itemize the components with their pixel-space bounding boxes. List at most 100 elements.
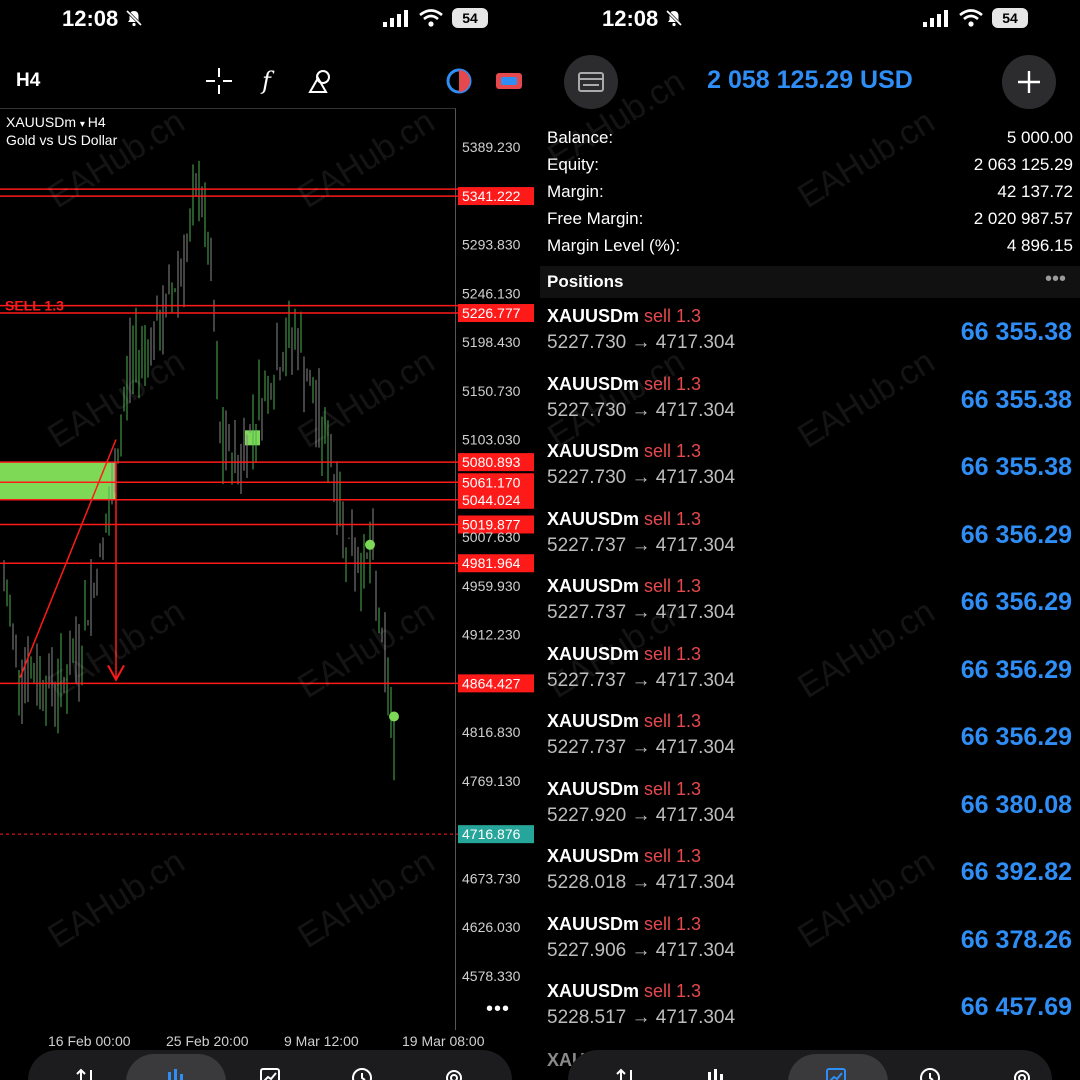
positions-header: Positions ••• bbox=[540, 266, 1080, 298]
settings-gear-icon[interactable] bbox=[442, 1066, 466, 1080]
position-symbol: XAUUSDm sell 1.3 bbox=[547, 306, 702, 326]
plus-icon bbox=[1018, 71, 1040, 93]
time-axis-label: 19 Mar 08:00 bbox=[402, 1033, 485, 1049]
crosshair-icon[interactable] bbox=[204, 66, 234, 96]
status-time: 12:08 bbox=[602, 6, 659, 31]
position-prices: 5227.737 → 4717.304 bbox=[547, 534, 736, 556]
position-row[interactable]: XAUUSDm sell 1.3 5227.737 → 4717.304 66 35… bbox=[540, 509, 1080, 576]
position-side: sell 1.3 bbox=[644, 778, 702, 799]
position-profit: 66 355.38 bbox=[960, 385, 1072, 414]
history-icon[interactable] bbox=[350, 1066, 374, 1080]
price-axis-label: 4626.030 bbox=[462, 919, 521, 935]
price-axis-label: 4578.330 bbox=[462, 968, 521, 984]
position-prices: 5228.018 → 4717.304 bbox=[547, 872, 736, 893]
order-marker bbox=[365, 539, 375, 550]
position-side: sell 1.3 bbox=[644, 576, 702, 596]
position-profit: 66 392.82 bbox=[960, 858, 1072, 886]
bottom-navigation bbox=[28, 1050, 512, 1080]
position-symbol: XAUUSDm sell 1.3 bbox=[547, 846, 702, 866]
price-axis-label: 4912.230 bbox=[462, 627, 521, 643]
price-level-label: 4864.427 bbox=[462, 675, 521, 691]
chart-color-icon[interactable] bbox=[444, 66, 474, 96]
position-side: sell 1.3 bbox=[644, 981, 702, 1001]
position-profit: 66 356.29 bbox=[960, 655, 1072, 684]
position-symbol: XAUUSDm sell 1.3 bbox=[547, 508, 702, 529]
bell-muted-icon bbox=[665, 9, 683, 27]
position-profit: 66 380.08 bbox=[960, 790, 1072, 819]
price-level-label: 5080.893 bbox=[462, 454, 521, 470]
more-options-icon[interactable]: ••• bbox=[1045, 268, 1066, 291]
price-axis-label: 4816.830 bbox=[462, 724, 521, 740]
trade-icon[interactable] bbox=[494, 66, 524, 96]
quotes-icon[interactable] bbox=[74, 1066, 98, 1080]
position-row[interactable]: XAUUSDm sell 1.3 5228.018 → 4717.304 66 39… bbox=[540, 846, 1080, 913]
position-prices: 5227.730 → 4717.304 bbox=[547, 332, 736, 353]
time-axis-label: 16 Feb 00:00 bbox=[48, 1033, 131, 1049]
positions-title: Positions bbox=[547, 272, 624, 291]
price-level-label: 5044.024 bbox=[462, 492, 521, 508]
chart-tab-icon[interactable] bbox=[704, 1066, 728, 1080]
position-profit: 66 356.29 bbox=[960, 588, 1072, 616]
price-axis-label: 5198.430 bbox=[462, 334, 521, 350]
position-side: sell 1.3 bbox=[644, 508, 702, 529]
account-label: Margin Level (%): bbox=[547, 236, 681, 255]
price-axis-label: 5246.130 bbox=[462, 285, 521, 301]
position-profit: 66 378.26 bbox=[960, 925, 1072, 954]
timeframe-selector[interactable]: H4 bbox=[16, 70, 40, 92]
position-row[interactable]: XAUUSDm sell 1.3 5227.737 → 4717.304 66 35… bbox=[540, 711, 1080, 778]
cellular-signal-icon bbox=[383, 10, 408, 27]
status-bar: 12:08 54 bbox=[540, 0, 1080, 40]
position-symbol: XAUUSDm sell 1.3 bbox=[547, 576, 702, 596]
chart-canvas: 5341.222 5226.777 5080.893 5061.170 5044.024… bbox=[0, 139, 534, 1049]
time-axis-label: 25 Feb 20:00 bbox=[166, 1033, 249, 1049]
position-row[interactable]: XAUUSDm sell 1.3 5227.920 → 4717.304 66 38… bbox=[540, 779, 1080, 846]
history-icon[interactable] bbox=[918, 1066, 942, 1080]
position-symbol: XAUUSDm sell 1.3 bbox=[547, 913, 702, 934]
status-time: 12:08 bbox=[62, 6, 119, 31]
chart-tab-icon[interactable] bbox=[164, 1066, 188, 1080]
indicators-icon[interactable]: f bbox=[254, 66, 284, 96]
position-symbol: XAUUSDm sell 1.3 bbox=[547, 778, 702, 799]
position-symbol: XAUUSDm sell 1.3 bbox=[547, 711, 702, 731]
position-side: sell 1.3 bbox=[644, 711, 702, 731]
price-axis-label: 5007.630 bbox=[462, 529, 521, 545]
price-axis-label: 5389.230 bbox=[462, 139, 521, 155]
bottom-navigation bbox=[568, 1050, 1052, 1080]
bell-muted-icon bbox=[125, 9, 143, 27]
account-value: 4 896.15 bbox=[1006, 236, 1073, 255]
position-prices: 5227.737 → 4717.304 bbox=[547, 737, 736, 758]
new-order-button[interactable] bbox=[1002, 55, 1056, 109]
wifi-icon bbox=[419, 9, 443, 27]
position-profit: 66 355.38 bbox=[960, 318, 1072, 346]
account-value: 5 000.00 bbox=[1006, 128, 1073, 147]
price-axis-label: 4673.730 bbox=[462, 870, 521, 886]
chart-symbol[interactable]: XAUUSDm ▾ H4 bbox=[6, 114, 106, 130]
price-level-label: 5341.222 bbox=[462, 188, 521, 204]
position-prices: 5227.906 → 4717.304 bbox=[547, 939, 736, 961]
account-value: 42 137.72 bbox=[997, 182, 1073, 201]
current-price-label: 4716.876 bbox=[462, 826, 521, 842]
position-row[interactable]: XAUUSDm sell 1.3 5228.517 → 4717.304 66 45… bbox=[540, 981, 1080, 1048]
position-symbol: XAUUSDm sell 1.3 bbox=[547, 981, 702, 1001]
price-level-label: 4981.964 bbox=[462, 555, 521, 571]
settings-gear-icon[interactable] bbox=[1010, 1066, 1034, 1080]
battery-indicator: 54 bbox=[452, 8, 488, 28]
position-profit: 66 457.69 bbox=[960, 993, 1072, 1021]
more-options-icon[interactable]: ••• bbox=[486, 998, 510, 1021]
position-prices: 5227.920 → 4717.304 bbox=[547, 804, 736, 826]
objects-icon[interactable] bbox=[306, 66, 336, 96]
battery-indicator: 54 bbox=[992, 8, 1028, 28]
trade-tab-icon[interactable] bbox=[824, 1066, 848, 1080]
position-side: sell 1.3 bbox=[644, 913, 702, 934]
price-level-label: 5226.777 bbox=[462, 305, 521, 321]
position-row[interactable]: XAUUSDm sell 1.3 5227.730 → 4717.304 66 35… bbox=[540, 306, 1080, 373]
account-label: Free Margin: bbox=[547, 209, 644, 228]
account-value: 2 020 987.57 bbox=[973, 209, 1073, 228]
position-prices: 5227.730 → 4717.304 bbox=[547, 467, 736, 488]
status-bar: 12:08 54 bbox=[0, 0, 540, 40]
sell-position-label: SELL 1.3 bbox=[5, 298, 64, 314]
account-label: Margin: bbox=[547, 182, 604, 201]
trade-tab-icon[interactable] bbox=[258, 1066, 282, 1080]
quotes-icon[interactable] bbox=[614, 1066, 638, 1080]
position-profit: 66 355.38 bbox=[960, 453, 1072, 481]
